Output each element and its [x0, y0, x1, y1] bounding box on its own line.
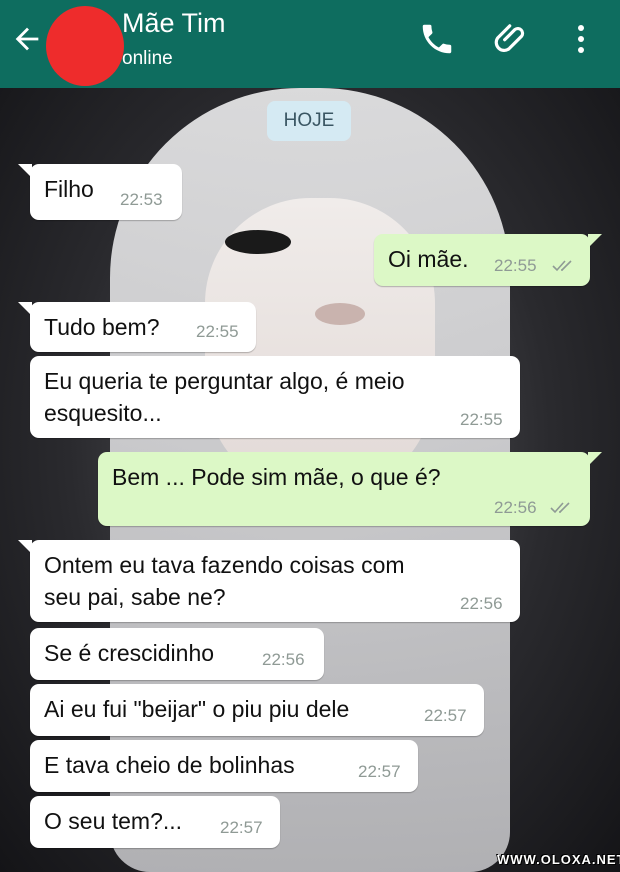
incoming-message[interactable]: O seu tem?... 22:57	[30, 796, 280, 848]
message-text-line: esquesito...	[44, 400, 162, 426]
incoming-message[interactable]: Eu queria te perguntar algo, é meio esqu…	[30, 356, 520, 438]
message-text-line: Eu queria te perguntar algo, é meio	[44, 368, 405, 394]
message-time: 22:56	[494, 498, 537, 517]
message-text: Filho	[44, 176, 94, 202]
avatar[interactable]	[46, 6, 124, 86]
incoming-message[interactable]: Tudo bem? 22:55	[18, 302, 256, 352]
message-time: 22:55	[460, 410, 503, 429]
message-time: 22:55	[494, 256, 537, 275]
bubble-tail	[18, 302, 32, 316]
message-time: 22:57	[358, 762, 401, 781]
read-ticks-icon	[552, 260, 572, 272]
bubble-tail	[588, 452, 602, 466]
read-ticks-icon	[550, 502, 570, 514]
incoming-message[interactable]: Filho 22:53	[18, 164, 182, 220]
message-text-line: Ontem eu tava fazendo coisas com	[44, 552, 405, 578]
message-text: Bem ... Pode sim mãe, o que é?	[112, 464, 441, 490]
date-chip: HOJE	[267, 101, 351, 141]
more-vert-icon[interactable]	[568, 20, 594, 58]
wallpaper-nose	[315, 303, 365, 325]
message-time: 22:57	[220, 818, 263, 837]
message-text: Ai eu fui "beijar" o piu piu dele	[44, 696, 350, 722]
message-text: Tudo bem?	[44, 314, 160, 340]
incoming-message[interactable]: Ai eu fui "beijar" o piu piu dele 22:57	[30, 684, 484, 736]
wallpaper-eye	[225, 230, 291, 254]
message-text: Oi mãe.	[388, 246, 469, 272]
message-time: 22:55	[196, 322, 239, 341]
message-time: 22:57	[424, 706, 467, 725]
bubble-tail	[588, 234, 602, 248]
bubble-tail	[18, 540, 32, 554]
message-text-line: seu pai, sabe ne?	[44, 584, 226, 610]
chat-header: Mãe Tim online	[0, 0, 620, 88]
paperclip-icon[interactable]	[492, 20, 530, 58]
message-time: 22:56	[262, 650, 305, 669]
watermark: WWW.OLOXA.NET	[497, 852, 620, 867]
message-text: Se é crescidinho	[44, 640, 215, 666]
message-time: 22:56	[460, 594, 503, 613]
bubble-tail	[18, 164, 32, 178]
contact-name[interactable]: Mãe Tim	[122, 8, 226, 39]
outgoing-message[interactable]: Bem ... Pode sim mãe, o que é? 22:56	[98, 452, 602, 526]
contact-status: online	[122, 48, 173, 69]
phone-icon[interactable]	[418, 20, 456, 58]
message-text: E tava cheio de bolinhas	[44, 752, 295, 778]
incoming-message[interactable]: Se é crescidinho 22:56	[30, 628, 324, 680]
message-text: O seu tem?...	[44, 808, 183, 834]
outgoing-message[interactable]: Oi mãe. 22:55	[374, 234, 602, 286]
incoming-message[interactable]: Ontem eu tava fazendo coisas com seu pai…	[18, 540, 520, 622]
back-arrow-icon[interactable]	[10, 22, 44, 56]
incoming-message[interactable]: E tava cheio de bolinhas 22:57	[30, 740, 418, 792]
message-time: 22:53	[120, 190, 163, 209]
